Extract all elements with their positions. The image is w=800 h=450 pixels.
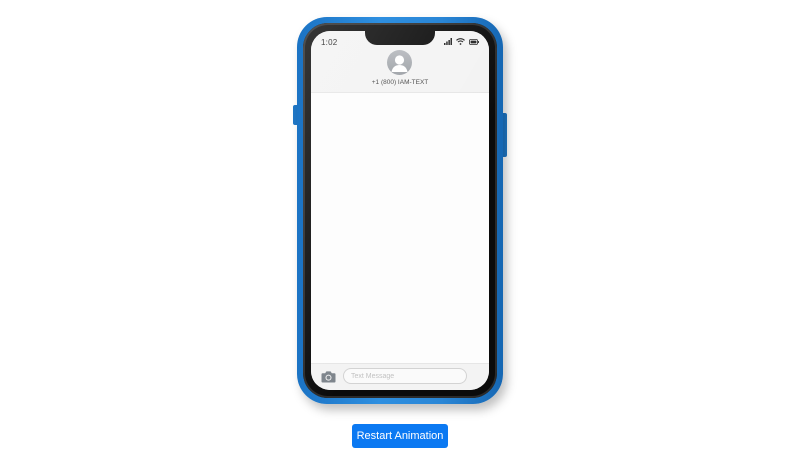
message-input[interactable] (343, 368, 467, 384)
camera-icon[interactable] (321, 370, 336, 383)
status-time: 1:02 (321, 38, 338, 47)
page: +1 (800) IAM-TEXT 1:02 Text Message Rest… (0, 0, 800, 450)
compose-bar (311, 363, 489, 390)
restart-animation-button[interactable]: Restart Animation (352, 424, 448, 448)
battery-icon (469, 38, 479, 45)
signal-bars-icon (444, 38, 452, 45)
contact-avatar-icon (387, 50, 412, 75)
phone-notch (365, 31, 435, 45)
wifi-icon (456, 38, 465, 45)
phone-screen: +1 (800) IAM-TEXT 1:02 (311, 31, 489, 390)
status-icons (444, 38, 479, 45)
contact-name: +1 (800) IAM-TEXT (371, 79, 429, 86)
